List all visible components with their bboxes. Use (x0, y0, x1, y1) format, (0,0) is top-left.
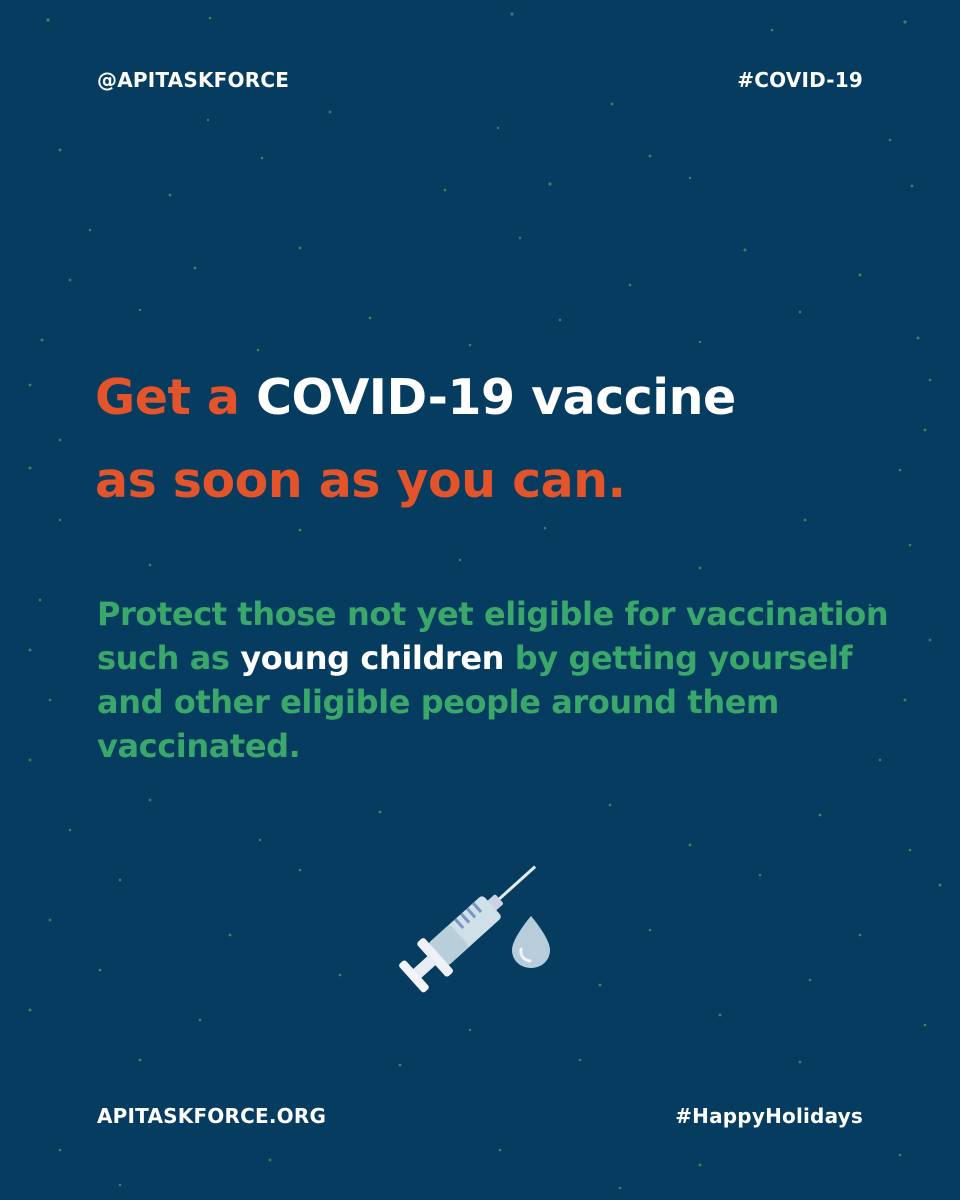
headline: Get a COVID-19 vaccine as soon as you can… (95, 356, 915, 522)
headline-part-3: as soon as you can. (95, 452, 626, 509)
website-link[interactable]: APITASKFORCE.ORG (97, 1104, 326, 1128)
twitter-handle: @APITASKFORCE (97, 68, 290, 92)
drop-icon (512, 916, 550, 968)
headline-part-2: COVID-19 vaccine (256, 369, 736, 426)
hashtag-covid: #COVID-19 (737, 68, 863, 92)
headline-part-1: Get a (95, 369, 257, 426)
poster: @APITASKFORCE #COVID-19 Get a COVID-19 v… (0, 0, 960, 1200)
hashtag-holidays: #HappyHolidays (675, 1104, 863, 1128)
syringe-icon (399, 865, 550, 993)
body-highlight: young children (240, 639, 505, 677)
body-text: Protect those not yet eligible for vacci… (97, 592, 897, 768)
